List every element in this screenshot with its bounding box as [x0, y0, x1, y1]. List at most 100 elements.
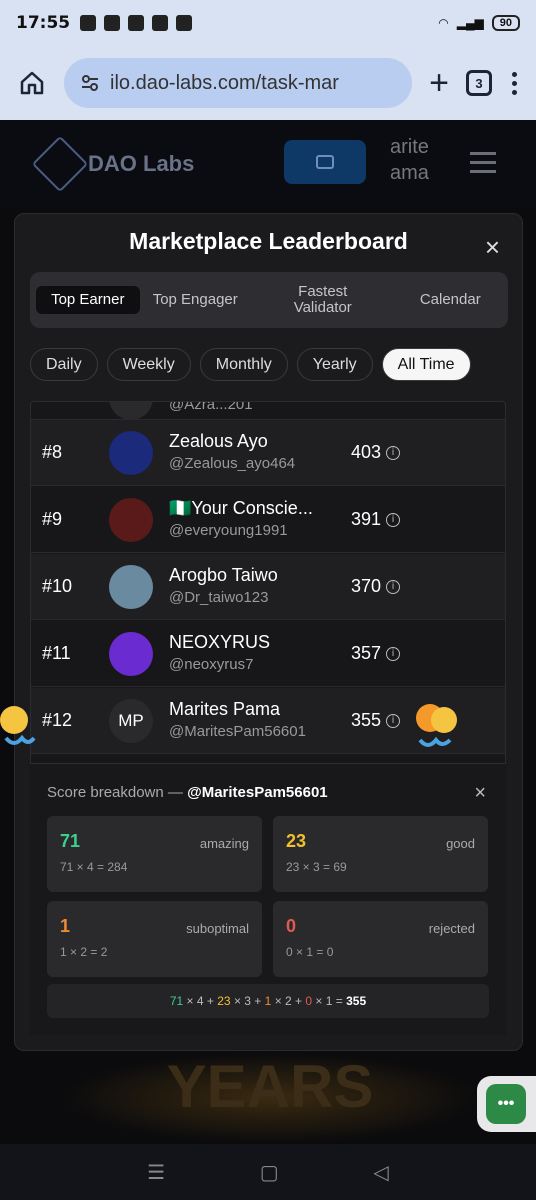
new-tab-button[interactable]: + — [424, 66, 454, 100]
tab-fastest-validator[interactable]: Fastest Validator — [251, 278, 395, 322]
formula-suboptimal: 1 — [264, 994, 272, 1008]
breakdown-title: Score breakdown — @MaritesPam56601 — [47, 784, 328, 801]
avatar — [109, 430, 153, 475]
site-settings-icon[interactable] — [80, 73, 100, 93]
facebook-icon — [128, 15, 145, 31]
formula-amazing: 71 — [169, 994, 184, 1008]
card-calc: 1 × 2 = 2 — [60, 945, 108, 959]
pinwheel-icon — [176, 15, 193, 31]
anniversary-text: YEARS — [166, 1053, 374, 1120]
leaderboard-modal: Marketplace Leaderboard × Top Earner Top… — [14, 213, 523, 1051]
avatar — [109, 564, 153, 609]
row-handle: @Azra...201 — [169, 401, 253, 413]
back-button[interactable]: ◁ — [373, 1160, 388, 1185]
card-label: rejected — [428, 921, 475, 936]
formula-op: × 1 = — [315, 994, 343, 1008]
row-name: Marites Pama — [169, 699, 281, 719]
breakdown-title-prefix: Score breakdown — — [47, 784, 183, 801]
avatar — [109, 497, 153, 542]
avatar — [109, 631, 153, 676]
anniversary-banner: YEARS — [60, 1052, 480, 1144]
hamburger-menu-button[interactable] — [470, 152, 496, 173]
period-monthly[interactable]: Monthly — [199, 348, 288, 381]
card-count: 71 — [60, 831, 81, 851]
row-score: 370 i — [351, 576, 401, 597]
formula-op: × 4 + — [186, 994, 214, 1008]
tab-top-engager[interactable]: Top Engager — [144, 286, 248, 314]
row-name: Arogbo Taiwo — [169, 565, 278, 585]
brand-name: DAO Labs — [88, 151, 195, 176]
card-label: amazing — [199, 836, 249, 851]
score-formula: 71 × 4 + 23 × 3 + 1 × 2 + 0 × 1 = 355 — [47, 984, 489, 1018]
breakdown-card-rejected: 0 rejected 0 × 1 = 0 — [273, 901, 488, 977]
row-handle: @Dr_taiwo123 — [169, 589, 269, 606]
card-calc: 23 × 3 = 69 — [286, 860, 347, 874]
close-breakdown-button[interactable]: × — [474, 782, 486, 805]
card-label: suboptimal — [186, 921, 249, 936]
table-row[interactable]: #10 Arogbo Taiwo @Dr_taiwo123 370 i — [31, 554, 505, 620]
row-rank: #9 — [42, 509, 63, 529]
row-score: 391 i — [351, 509, 401, 530]
modal-title: Marketplace Leaderboard — [129, 228, 408, 254]
wallet-button[interactable] — [284, 140, 366, 184]
row-handle: @Zealous_ayo464 — [169, 455, 296, 472]
score-value: 370 — [351, 576, 382, 596]
table-row[interactable]: #9 🇳🇬Your Conscie... @everyoung1991 391 i — [31, 487, 505, 553]
period-all-time[interactable]: All Time — [381, 348, 471, 381]
row-rank: #12 — [42, 710, 73, 730]
row-rank: #11 — [42, 643, 71, 663]
home-nav-button[interactable]: ▢ — [260, 1160, 279, 1185]
score-value: 391 — [351, 509, 382, 529]
info-icon[interactable]: i — [386, 579, 401, 594]
avatar: MP — [109, 698, 153, 743]
recent-apps-button[interactable]: ☰ — [147, 1160, 165, 1185]
site-header: DAO Labs arite ama — [0, 120, 536, 208]
table-row[interactable]: #11 NEOXYRUS @neoxyrus7 357 i — [31, 621, 505, 687]
browser-menu-button[interactable] — [504, 71, 524, 95]
chat-button[interactable]: ••• — [477, 1076, 536, 1132]
chat-icon: ••• — [486, 1084, 526, 1124]
card-calc: 71 × 4 = 284 — [60, 860, 128, 874]
status-time: 17:55 — [16, 13, 71, 33]
home-button[interactable] — [12, 63, 52, 103]
info-icon[interactable]: i — [386, 512, 401, 527]
info-icon[interactable]: i — [386, 713, 401, 728]
row-names: Arogbo Taiwo @Dr_taiwo123 — [169, 565, 278, 606]
dao-labs-logo-icon — [31, 135, 89, 193]
table-row[interactable]: #8 Zealous Ayo @Zealous_ayo464 403 i — [31, 420, 505, 486]
tab-switcher-button[interactable]: 3 — [466, 70, 492, 96]
status-bar: 17:55 ◠ ▂▄▆ 90 — [0, 0, 536, 46]
address-bar[interactable]: ilo.dao-labs.com/task-mar — [64, 58, 412, 108]
row-name: Zealous Ayo — [169, 431, 268, 451]
score-breakdown-panel: Score breakdown — @MaritesPam56601 × 71 … — [30, 763, 506, 1035]
notification-icons — [80, 15, 193, 31]
score-value: 403 — [351, 442, 382, 462]
period-yearly[interactable]: Yearly — [296, 348, 373, 381]
dao-labs-logo[interactable]: DAO Labs — [31, 135, 195, 193]
avatar — [109, 402, 153, 420]
breakdown-card-suboptimal: 1 suboptimal 1 × 2 = 2 — [47, 901, 262, 977]
tab-calendar[interactable]: Calendar — [399, 286, 503, 314]
leaderboard-tabs: Top Earner Top Engager Fastest Validator… — [30, 272, 508, 328]
info-icon[interactable]: i — [386, 445, 401, 460]
table-row[interactable]: @Azra...201 — [31, 401, 505, 420]
browser-toolbar: ilo.dao-labs.com/task-mar + 3 — [0, 46, 536, 120]
info-icon[interactable]: i — [386, 646, 401, 661]
period-daily[interactable]: Daily — [30, 348, 98, 381]
header-user-name[interactable]: arite ama — [390, 134, 440, 186]
tab-top-earner[interactable]: Top Earner — [36, 286, 140, 314]
row-score: 357 i — [351, 643, 401, 664]
home-icon — [20, 71, 44, 95]
formula-op: × 3 + — [233, 994, 262, 1008]
card-calc: 0 × 1 = 0 — [286, 945, 334, 959]
formula-rejected: 0 — [305, 994, 313, 1008]
card-label: good — [446, 836, 475, 851]
card-count: 0 — [286, 916, 297, 936]
formula-op: × 2 + — [274, 994, 303, 1008]
formula-total: 355 — [346, 994, 367, 1008]
row-name: NEOXYRUS — [169, 632, 271, 652]
row-names: Zealous Ayo @Zealous_ayo464 — [169, 431, 295, 472]
wifi-icon: ◠ — [438, 16, 449, 30]
period-weekly[interactable]: Weekly — [106, 348, 191, 381]
close-modal-button[interactable]: × — [485, 234, 500, 260]
